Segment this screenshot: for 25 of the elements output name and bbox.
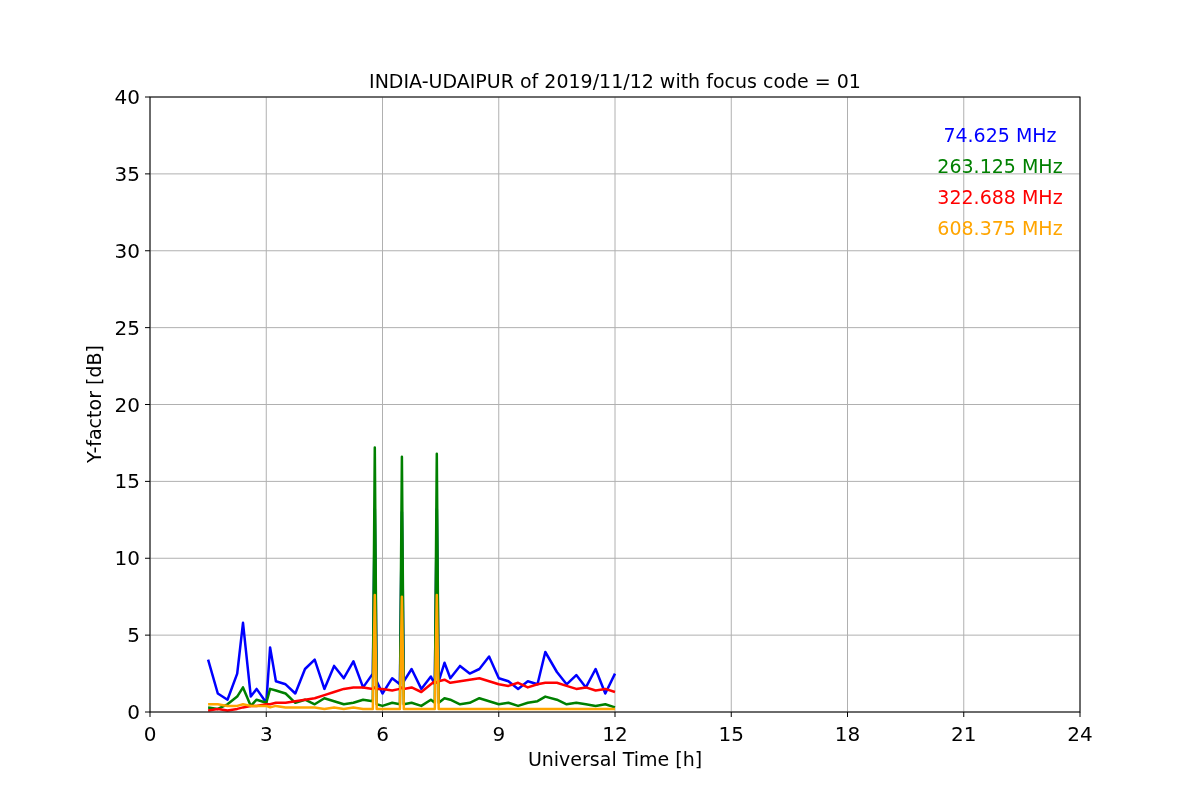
chart-title: INDIA-UDAIPUR of 2019/11/12 with focus code = 01 [369,70,861,92]
tick-label: 3 [259,722,273,746]
tick-label: 0 [127,700,140,724]
legend-entry: 263.125 MHz [937,155,1063,177]
legend-entry: 74.625 MHz [943,124,1057,146]
tick-label: 24 [1067,722,1093,746]
tick-label: 18 [834,722,861,746]
axis-label: Y-factor [dB] [83,345,105,463]
tick-label: 6 [376,722,389,746]
tick-label: 20 [114,392,140,417]
tick-label: 9 [492,722,506,746]
tick-label: 15 [718,722,744,746]
tick-label: 25 [114,315,140,340]
tick-label: 5 [127,623,140,648]
legend-entry: 608.375 MHz [937,217,1063,239]
tick-label: 35 [114,161,140,186]
tick-label: 0 [143,722,157,746]
tick-label: 15 [114,469,140,494]
tick-label: 10 [114,546,140,571]
axis-label: Universal Time [h] [527,748,703,770]
tick-label: 21 [951,722,977,746]
tick-label: 40 [114,85,140,109]
tick-label: 30 [114,238,140,263]
legend-entry: 322.688 MHz [937,186,1063,208]
tick-label: 12 [602,722,628,746]
